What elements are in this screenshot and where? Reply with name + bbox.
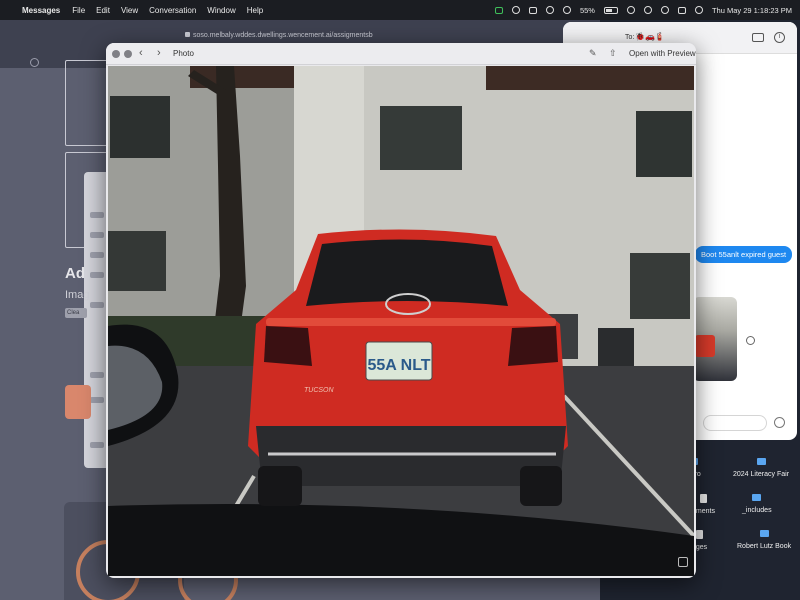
search-icon[interactable] [660, 6, 669, 14]
markup-icon[interactable]: ✎ [589, 48, 597, 59]
panel-item[interactable] [90, 397, 104, 403]
video-call-icon[interactable] [752, 33, 764, 42]
address-bar[interactable]: soso.melbaly.wddes.dwellings.wencement.a… [185, 32, 373, 39]
bluetooth-icon[interactable] [511, 6, 520, 14]
wifi-icon[interactable] [643, 6, 652, 14]
panel-item[interactable] [90, 302, 104, 308]
minimize-window-button[interactable] [124, 50, 132, 58]
license-plate-text: 55A NLT [367, 357, 430, 374]
address-text: soso.melbaly.wddes.dwellings.wencement.a… [193, 32, 373, 39]
panel-item[interactable] [90, 272, 104, 278]
desktop-item[interactable]: _includes [742, 494, 772, 514]
menu-file[interactable]: File [72, 6, 85, 15]
panel-item[interactable] [90, 442, 104, 448]
status-app-icon[interactable] [494, 6, 503, 14]
siri-icon[interactable] [694, 6, 703, 14]
desktop-item[interactable]: Robert Lutz Book [737, 530, 791, 550]
panel-item[interactable] [90, 232, 104, 238]
message-input[interactable] [703, 415, 767, 431]
dropbox-icon[interactable] [562, 6, 571, 14]
menu-edit[interactable]: Edit [96, 6, 110, 15]
clear-button[interactable]: Clea [65, 308, 87, 318]
back-icon[interactable]: ‹ [139, 47, 143, 59]
model-badge-text: TUCSON [304, 387, 335, 394]
photo-title: Photo [173, 49, 194, 58]
page-heading: Ad [65, 265, 85, 282]
recipient-emoji[interactable]: 🐞🚗🧯 [635, 32, 665, 41]
battery-icon[interactable] [603, 6, 618, 14]
menu-help[interactable]: Help [247, 6, 263, 15]
desktop-item-label: _includes [742, 507, 772, 514]
clock[interactable]: Thu May 29 1:18:23 PM [712, 6, 792, 15]
panel-item[interactable] [90, 212, 104, 218]
share-icon[interactable]: ⇧ [609, 48, 617, 59]
photo-titlebar: ‹ › Photo ✎ ⇧ Open with Preview [106, 43, 696, 65]
user-icon[interactable] [626, 6, 635, 14]
doc-icon [699, 494, 707, 503]
photo-image: 55A NLT TUCSON [108, 66, 694, 576]
folder-icon [752, 494, 762, 501]
screen-mirror-icon[interactable] [528, 6, 537, 14]
photo-window: ‹ › Photo ✎ ⇧ Open with Preview 55A NLT … [106, 43, 696, 578]
menu-view[interactable]: View [121, 6, 138, 15]
content-frame [65, 60, 109, 146]
panel-item[interactable] [90, 372, 104, 378]
doc-icon [696, 530, 704, 539]
status-area: 55% Thu May 29 1:18:23 PM [494, 0, 792, 20]
menu-bar: Messages File Edit View Conversation Win… [0, 0, 800, 20]
forward-icon[interactable]: › [157, 47, 161, 59]
fullscreen-icon[interactable] [678, 557, 688, 567]
desktop-item-label: Robert Lutz Book [737, 543, 792, 550]
emoji-icon[interactable] [774, 417, 785, 428]
to-label: To: [625, 34, 635, 41]
desktop-item-label: 2024 Literacy Fair [733, 471, 790, 478]
battery-percent: 55% [579, 5, 595, 15]
tab-favicon-icon[interactable] [30, 58, 39, 67]
open-with-preview-button[interactable]: Open with Preview [629, 49, 696, 58]
lock-icon [185, 32, 190, 37]
mute-icon[interactable] [545, 6, 554, 14]
photo-thumbnail[interactable] [693, 297, 737, 381]
close-window-button[interactable] [112, 50, 120, 58]
info-icon[interactable]: i [774, 32, 785, 43]
primary-button[interactable] [65, 385, 91, 419]
menu-app-name[interactable]: Messages [22, 6, 60, 15]
message-bubble[interactable]: Boot 55anlt expired guest [695, 246, 793, 263]
folder-icon [759, 530, 769, 537]
folder-icon [756, 458, 766, 465]
control-center-icon[interactable] [677, 6, 686, 14]
menu-conversation[interactable]: Conversation [149, 6, 196, 15]
menu-window[interactable]: Window [207, 6, 235, 15]
panel-item[interactable] [90, 252, 104, 258]
reaction-icon[interactable] [746, 336, 755, 345]
desktop-item[interactable]: 2024 Literacy Fair [733, 458, 789, 478]
page-subheading: Imag [65, 289, 90, 301]
